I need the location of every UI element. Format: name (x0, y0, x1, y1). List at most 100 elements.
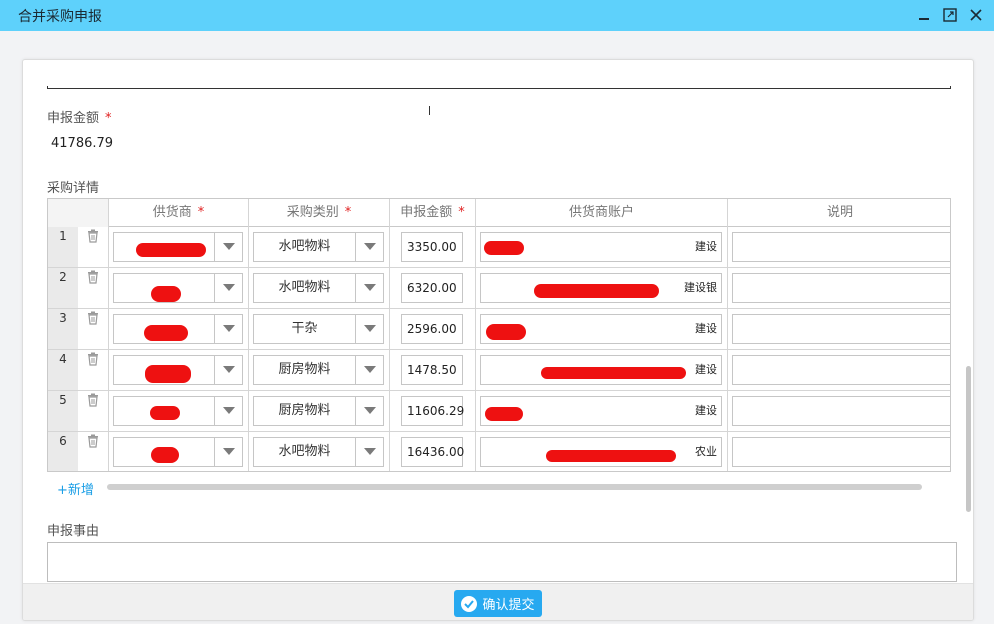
amount-input[interactable]: 2596.00 (401, 314, 463, 344)
supplier-select[interactable] (113, 273, 243, 303)
category-value: 干杂 (291, 321, 318, 336)
amount-input[interactable]: 16436.00 (401, 437, 464, 467)
amount-input[interactable]: 3350.00 (401, 232, 463, 262)
note-input[interactable] (732, 437, 950, 467)
trash-icon[interactable] (87, 434, 101, 448)
supplier-select[interactable] (113, 437, 243, 467)
amount-value: 41786.79 (51, 136, 114, 151)
amount-label: 申报金额 * (47, 111, 112, 126)
row-index: 2 (48, 268, 78, 308)
account-field[interactable]: 建设 (480, 232, 722, 262)
table-row: 2 水吧物料 6320.00 建设银 (48, 268, 950, 309)
supplier-select[interactable] (113, 314, 243, 344)
required-mark: * (105, 111, 112, 126)
chevron-down-icon[interactable] (214, 356, 242, 384)
details-table: 供货商 * 采购类别 * 申报金额 * 供货商账户 说明 1 水吧物料 3350.00 建设… (47, 198, 951, 472)
bank-name: 建设银 (684, 281, 717, 294)
bank-name: 建设 (695, 404, 717, 417)
note-input[interactable] (732, 396, 950, 426)
amount-input[interactable]: 6320.00 (401, 273, 463, 303)
window-title: 合并采购申报 (18, 9, 102, 25)
maximize-icon[interactable] (940, 5, 960, 25)
trash-icon[interactable] (87, 393, 101, 407)
category-select[interactable]: 厨房物料 (253, 355, 384, 385)
category-select[interactable]: 干杂 (253, 314, 384, 344)
check-circle-icon (461, 595, 478, 612)
note-input[interactable] (732, 273, 950, 303)
category-value: 厨房物料 (278, 362, 331, 377)
supplier-select[interactable] (113, 355, 243, 385)
trash-icon[interactable] (87, 352, 101, 366)
form-card: 申报金额 * 41786.79 采购详情 供货商 * 采购类别 * 申报金额 * 供货商… (22, 59, 974, 621)
submit-button[interactable]: 确认提交 (454, 590, 542, 617)
account-field[interactable]: 农业 (480, 437, 722, 467)
category-select[interactable]: 水吧物料 (253, 232, 384, 262)
chevron-down-icon[interactable] (355, 274, 383, 302)
table-header: 供货商 * 采购类别 * 申报金额 * 供货商账户 说明 (48, 199, 950, 227)
category-value: 水吧物料 (278, 444, 331, 459)
supplier-select[interactable] (113, 396, 243, 426)
category-select[interactable]: 水吧物料 (253, 437, 384, 467)
table-row: 5 厨房物料 11606.29 建设 (48, 391, 950, 432)
row-index: 5 (48, 391, 78, 431)
amount-input[interactable]: 1478.50 (401, 355, 463, 385)
header-index (48, 199, 108, 227)
chevron-down-icon[interactable] (355, 233, 383, 261)
chevron-down-icon[interactable] (355, 356, 383, 384)
redaction (150, 406, 180, 420)
category-value: 厨房物料 (278, 403, 331, 418)
bank-name: 建设 (695, 322, 717, 335)
note-input[interactable] (732, 314, 950, 344)
table-row: 3 干杂 2596.00 建设 (48, 309, 950, 350)
redaction (145, 365, 191, 383)
account-field[interactable]: 建设 (480, 396, 722, 426)
chevron-down-icon[interactable] (355, 397, 383, 425)
chevron-down-icon[interactable] (214, 438, 242, 466)
redaction (484, 241, 524, 255)
redaction (541, 367, 686, 379)
account-field[interactable]: 建设 (480, 314, 722, 344)
close-icon[interactable] (966, 5, 986, 25)
trash-icon[interactable] (87, 311, 101, 325)
amount-input[interactable]: 11606.29 (401, 396, 464, 426)
add-row-button[interactable]: +新增 (57, 479, 94, 498)
trash-icon[interactable] (87, 229, 101, 243)
category-select[interactable]: 厨房物料 (253, 396, 384, 426)
row-index: 4 (48, 350, 78, 390)
reason-textarea[interactable] (47, 542, 957, 582)
header-note: 说明 (727, 199, 950, 227)
minimize-icon[interactable] (914, 5, 934, 25)
details-label: 采购详情 (47, 181, 100, 196)
vertical-scrollbar[interactable] (966, 366, 971, 512)
chevron-down-icon[interactable] (214, 233, 242, 261)
trash-icon[interactable] (87, 270, 101, 284)
supplier-select[interactable] (113, 232, 243, 262)
table-row: 6 水吧物料 16436.00 农业 (48, 432, 950, 471)
bank-name: 建设 (695, 240, 717, 253)
bank-name: 建设 (695, 363, 717, 376)
category-select[interactable]: 水吧物料 (253, 273, 384, 303)
reason-label: 申报事由 (47, 524, 100, 539)
note-input[interactable] (732, 232, 950, 262)
chevron-down-icon[interactable] (355, 438, 383, 466)
category-value: 水吧物料 (278, 239, 331, 254)
redaction (534, 284, 659, 298)
row-index: 1 (48, 227, 78, 267)
chevron-down-icon[interactable] (214, 274, 242, 302)
redaction (151, 447, 179, 463)
redaction (144, 325, 188, 341)
chevron-down-icon[interactable] (214, 397, 242, 425)
chevron-down-icon[interactable] (214, 315, 242, 343)
account-field[interactable]: 建设 (480, 355, 722, 385)
header-account: 供货商账户 (475, 199, 727, 227)
redaction (485, 407, 523, 421)
bank-name: 农业 (695, 445, 717, 458)
account-field[interactable]: 建设银 (480, 273, 722, 303)
dialog-footer: 确认提交 (23, 583, 973, 620)
row-index: 3 (48, 309, 78, 349)
redaction (151, 286, 181, 302)
header-amount: 申报金额 * (389, 199, 475, 227)
horizontal-scrollbar[interactable] (107, 484, 922, 490)
note-input[interactable] (732, 355, 950, 385)
chevron-down-icon[interactable] (355, 315, 383, 343)
